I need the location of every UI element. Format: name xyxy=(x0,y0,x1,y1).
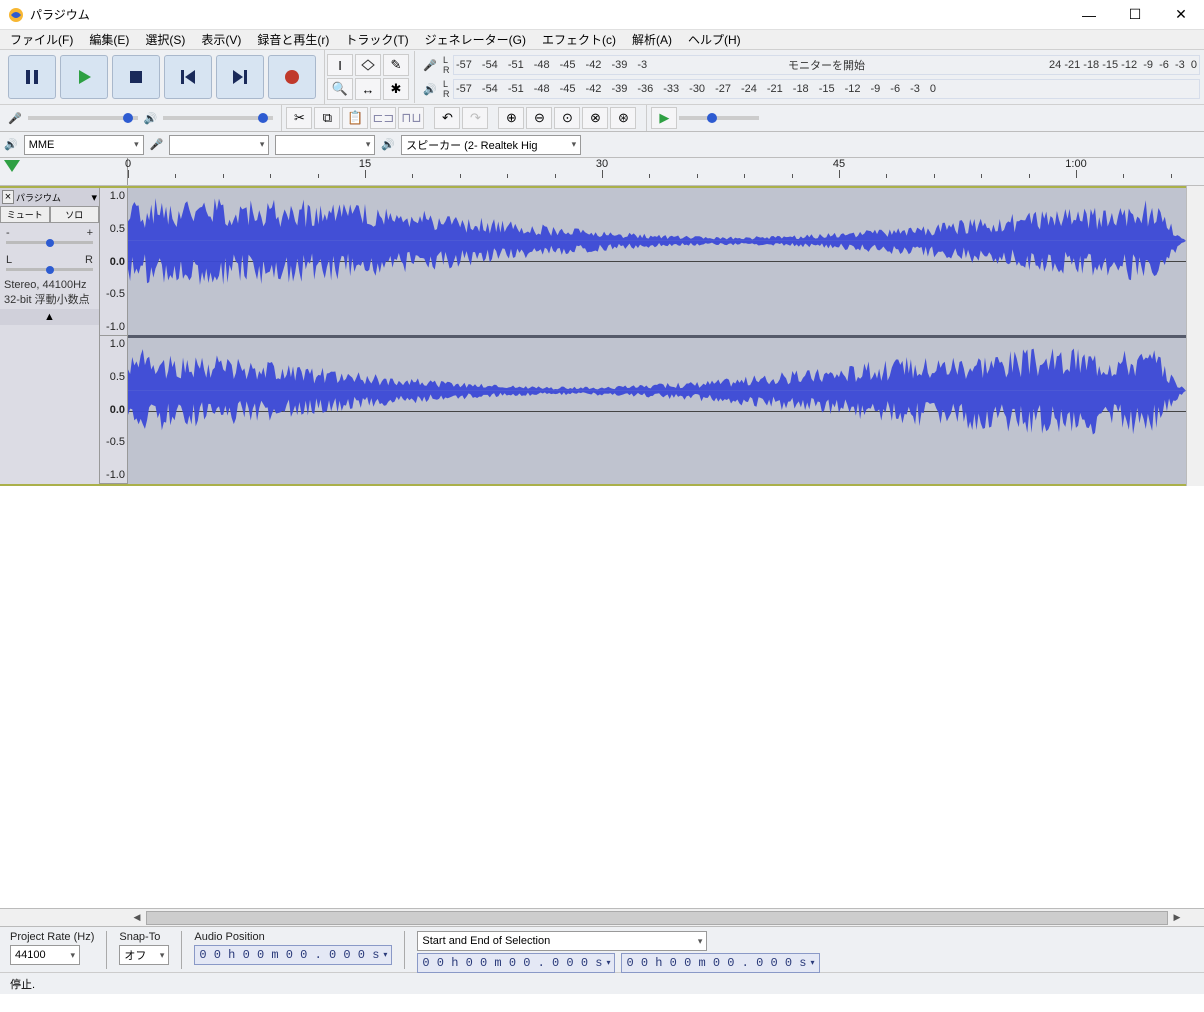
skip-end-button[interactable] xyxy=(216,55,264,99)
recording-device-combo[interactable] xyxy=(169,135,269,155)
pause-button[interactable] xyxy=(8,55,56,99)
recording-meter[interactable]: -57-54-51-48-45-42-39-3 モニターを開始 24 -21 -… xyxy=(453,55,1200,75)
envelope-tool[interactable] xyxy=(355,54,381,76)
track-menu-dropdown[interactable]: ▾ xyxy=(91,191,97,204)
menu-view[interactable]: 表示(V) xyxy=(195,29,247,50)
undo-button[interactable]: ↶ xyxy=(434,107,460,129)
audio-position-label: Audio Position xyxy=(194,931,392,943)
menu-file[interactable]: ファイル(F) xyxy=(4,29,79,50)
vertical-scrollbar[interactable] xyxy=(1186,186,1204,486)
selection-end-field[interactable]: 0 0 h 0 0 m 0 0 . 0 0 0 s xyxy=(621,953,819,973)
zoom-fit-button[interactable]: ⊗ xyxy=(582,107,608,129)
play-lr: LR xyxy=(443,79,453,99)
waveform-display[interactable] xyxy=(128,188,1186,484)
trim-button[interactable]: ⊏⊐ xyxy=(370,107,396,129)
audio-position-field[interactable]: 0 0 h 0 0 m 0 0 . 0 0 0 s xyxy=(194,945,392,965)
audio-host-combo[interactable]: MME xyxy=(24,135,144,155)
menu-generate[interactable]: ジェネレーター(G) xyxy=(419,29,532,50)
playback-meter[interactable]: -57-54-51-48-45-42-39-36-33-30-27-24-21-… xyxy=(453,79,1200,99)
track-collapse-button[interactable]: ▲ xyxy=(0,309,99,325)
rec-device-icon: 🎤 xyxy=(150,138,164,151)
track-close-button[interactable]: × xyxy=(2,190,14,204)
play-button[interactable] xyxy=(60,55,108,99)
skip-start-button[interactable] xyxy=(164,55,212,99)
playback-speed-slider[interactable] xyxy=(679,116,759,120)
cut-button[interactable]: ✂ xyxy=(286,107,312,129)
menu-edit[interactable]: 編集(E) xyxy=(83,29,135,50)
menu-bar: ファイル(F) 編集(E) 選択(S) 表示(V) 録音と再生(r) トラック(… xyxy=(0,30,1204,50)
selection-tool[interactable]: I xyxy=(327,54,353,76)
title-bar: パラジウム — ☐ ✕ xyxy=(0,0,1204,30)
maximize-button[interactable]: ☐ xyxy=(1112,0,1158,30)
rec-lr: LR xyxy=(443,55,453,75)
rec-volume-slider[interactable] xyxy=(28,116,138,120)
silence-button[interactable]: ⊓⊔ xyxy=(398,107,424,129)
menu-transport[interactable]: 録音と再生(r) xyxy=(251,29,335,50)
menu-select[interactable]: 選択(S) xyxy=(139,29,191,50)
zoom-sel-button[interactable]: ⊙ xyxy=(554,107,580,129)
track: × パラジウム ▾ ミュート ソロ -+ LR xyxy=(0,186,1186,486)
paste-button[interactable]: 📋 xyxy=(342,107,368,129)
menu-tracks[interactable]: トラック(T) xyxy=(339,29,414,50)
pan-slider[interactable]: LR xyxy=(0,250,99,277)
play-at-speed-button[interactable]: ▶ xyxy=(651,107,677,129)
mic-icon: 🎤 xyxy=(419,59,441,72)
timeline-pin-icon[interactable] xyxy=(4,160,20,172)
toolbar-area: I ✎ 🔍 ↔ ✱ 🎤 LR -57-54-51-48-45-42-39-3 モ… xyxy=(0,50,1204,132)
track-control-panel: × パラジウム ▾ ミュート ソロ -+ LR xyxy=(0,188,100,484)
transport-toolbar xyxy=(0,51,324,103)
menu-effect[interactable]: エフェクト(c) xyxy=(536,29,622,50)
meter-toolbar: 🎤 LR -57-54-51-48-45-42-39-3 モニターを開始 24 … xyxy=(414,51,1204,103)
timeline-ruler[interactable]: 01530451:00 xyxy=(0,158,1204,186)
mute-button[interactable]: ミュート xyxy=(0,206,50,223)
timeshift-tool[interactable]: ↔ xyxy=(355,78,381,100)
play-at-speed-toolbar: ▶ xyxy=(646,105,763,131)
project-rate-combo[interactable]: 44100 xyxy=(10,945,80,965)
selection-start-field[interactable]: 0 0 h 0 0 m 0 0 . 0 0 0 s xyxy=(417,953,615,973)
speaker-icon: 🔊 xyxy=(419,83,441,96)
playback-device-combo[interactable]: スピーカー (2- Realtek Hig xyxy=(401,135,581,155)
menu-analyze[interactable]: 解析(A) xyxy=(626,29,678,50)
selection-toolbar: Project Rate (Hz) 44100 Snap-To オフ Audio… xyxy=(0,926,1204,972)
zoom-out-button[interactable]: ⊖ xyxy=(526,107,552,129)
play-volume-slider[interactable] xyxy=(163,116,273,120)
minimize-button[interactable]: — xyxy=(1066,0,1112,30)
track-format-info: Stereo, 44100Hz 32-bit 浮動小数点 xyxy=(0,277,99,309)
multi-tool[interactable]: ✱ xyxy=(383,78,409,100)
project-rate-label: Project Rate (Hz) xyxy=(10,931,94,943)
redo-button[interactable]: ↷ xyxy=(462,107,488,129)
play-vol-icon: 🔊 xyxy=(144,112,158,125)
status-bar: 停止. xyxy=(0,972,1204,994)
window-title: パラジウム xyxy=(30,6,1066,23)
snap-to-combo[interactable]: オフ xyxy=(119,945,169,965)
zoom-tool[interactable]: 🔍 xyxy=(327,78,353,100)
recording-channels-combo[interactable] xyxy=(275,135,375,155)
tools-toolbar: I ✎ 🔍 ↔ ✱ xyxy=(324,50,414,104)
snap-to-label: Snap-To xyxy=(119,931,169,943)
amplitude-scale: 1.0 0.5 0.0 -0.5 -1.0 1.0 0.5 0.0 -0.5 -… xyxy=(100,188,128,484)
close-button[interactable]: ✕ xyxy=(1158,0,1204,30)
status-text: 停止. xyxy=(10,976,35,992)
gain-slider[interactable]: -+ xyxy=(0,223,99,250)
zoom-toggle-button[interactable]: ⊛ xyxy=(610,107,636,129)
solo-button[interactable]: ソロ xyxy=(50,206,100,223)
selection-mode-combo[interactable]: Start and End of Selection xyxy=(417,931,707,951)
menu-help[interactable]: ヘルプ(H) xyxy=(682,29,747,50)
horizontal-scrollbar[interactable]: ◀ ▶ xyxy=(0,908,1204,926)
copy-button[interactable]: ⧉ xyxy=(314,107,340,129)
rec-vol-icon: 🎤 xyxy=(8,112,22,125)
play-device-icon: 🔊 xyxy=(381,138,395,151)
device-toolbar: 🔊 MME 🎤 🔊 スピーカー (2- Realtek Hig xyxy=(0,132,1204,158)
edit-toolbar: ✂ ⧉ 📋 ⊏⊐ ⊓⊔ ↶ ↷ ⊕ ⊖ ⊙ ⊗ ⊛ xyxy=(281,105,640,131)
mixer-toolbar: 🎤 🔊 xyxy=(0,110,281,127)
app-logo-icon xyxy=(8,7,24,23)
zoom-in-button[interactable]: ⊕ xyxy=(498,107,524,129)
draw-tool[interactable]: ✎ xyxy=(383,54,409,76)
audio-host-icon: 🔊 xyxy=(4,138,18,151)
track-name[interactable]: パラジウム xyxy=(16,191,89,204)
record-button[interactable] xyxy=(268,55,316,99)
stop-button[interactable] xyxy=(112,55,160,99)
